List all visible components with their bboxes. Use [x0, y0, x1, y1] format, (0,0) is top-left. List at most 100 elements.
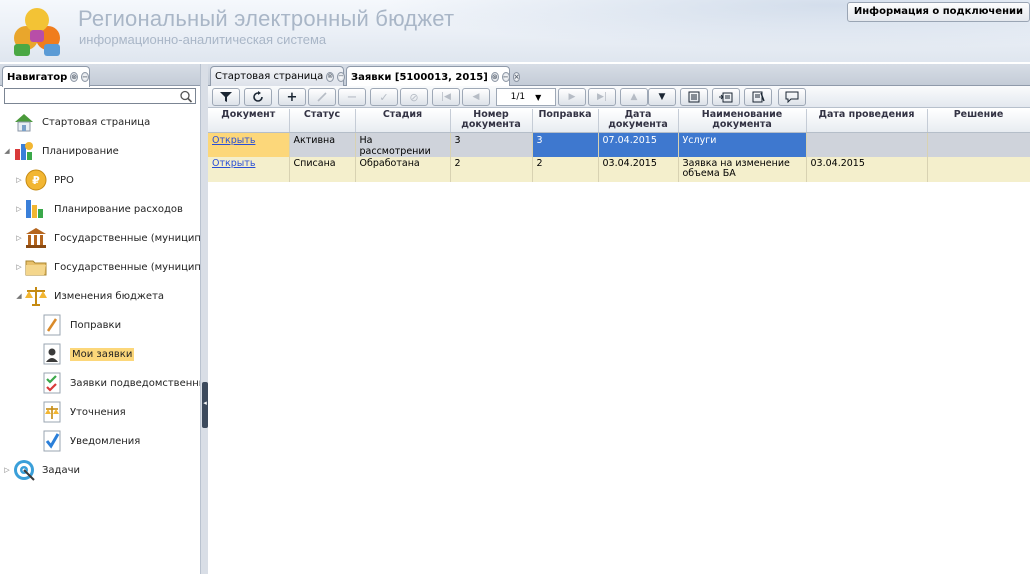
tab-close-icon[interactable]: ×: [512, 72, 521, 82]
nav-item-label: Мои заявки: [70, 347, 135, 361]
nav-item-label: Планирование: [42, 145, 119, 157]
print-icon[interactable]: [744, 88, 772, 106]
table-cell[interactable]: [806, 132, 928, 157]
table-cell[interactable]: 3: [450, 132, 533, 157]
last-page-icon[interactable]: ▶|: [588, 88, 616, 106]
tab-requests[interactable]: Заявки [5100013, 2015] ⊗ − ×: [346, 66, 521, 87]
app-header: Региональный электронный бюджет информац…: [0, 0, 1030, 62]
connection-info-button[interactable]: Информация о подключении: [846, 2, 1030, 22]
table-cell[interactable]: Обработана: [355, 156, 451, 182]
open-document-link[interactable]: Открыть: [212, 158, 255, 169]
nav-item-planning[interactable]: ◢ Планирование: [2, 138, 119, 164]
nav-item-budget-changes[interactable]: ◢ Изменения бюджета: [14, 283, 164, 309]
tab-pin-icon[interactable]: ⊗: [490, 72, 499, 82]
nav-item-start-page[interactable]: Стартовая страница: [2, 109, 150, 135]
table-cell[interactable]: 2: [532, 156, 599, 182]
column-header[interactable]: Решение: [927, 109, 1030, 133]
cancel-icon[interactable]: ⊘: [400, 88, 428, 106]
nav-item-rro[interactable]: ▷ ₽ РРО: [14, 167, 74, 193]
nav-item-state-tasks[interactable]: ▷ Государственные (муниципаль: [14, 254, 219, 280]
tab-pin-icon[interactable]: ⊗: [70, 72, 79, 82]
table-cell[interactable]: 2: [450, 156, 533, 182]
nav-item-label: Уведомления: [70, 435, 141, 447]
move-down-icon[interactable]: ▼: [648, 88, 676, 106]
panel-splitter[interactable]: ◂: [200, 64, 208, 574]
nav-item-subordinate-requests[interactable]: Заявки подведомственных: [30, 370, 213, 396]
nav-item-my-requests[interactable]: Мои заявки: [30, 341, 135, 367]
approve-icon[interactable]: ✓: [370, 88, 398, 106]
nav-item-state-institutions[interactable]: ▷ Государственные (муниципаль: [14, 225, 219, 251]
nav-item-label: Государственные (муниципаль: [54, 261, 220, 273]
table-cell[interactable]: 03.04.2015: [598, 156, 679, 182]
navigator-search-input[interactable]: [4, 88, 196, 104]
refresh-icon[interactable]: [244, 88, 272, 106]
expand-down-icon[interactable]: ◢: [14, 292, 24, 300]
move-up-icon[interactable]: ▲: [620, 88, 648, 106]
table-row[interactable]: Открыть Активна На рассмотрении 3 3 07.0…: [208, 132, 1030, 157]
table-cell[interactable]: Открыть: [208, 156, 290, 182]
filter-icon[interactable]: [212, 88, 240, 106]
open-document-link[interactable]: Открыть: [212, 135, 255, 146]
tab-pin-icon[interactable]: ⊗: [326, 71, 335, 82]
nav-item-clarifications[interactable]: Уточнения: [30, 399, 126, 425]
column-header[interactable]: Поправка: [532, 109, 599, 133]
pager-select[interactable]: 1/1 ▼: [496, 88, 556, 106]
comment-icon[interactable]: [778, 88, 806, 106]
navigator-tabbar: Навигатор ⊗ −: [0, 64, 200, 87]
tab-start-page[interactable]: Стартовая страница ⊗ − ×: [210, 66, 356, 86]
tab-label: Заявки [5100013, 2015]: [351, 71, 488, 83]
expand-right-icon[interactable]: ▷: [14, 176, 24, 184]
nav-item-amendments[interactable]: Поправки: [30, 312, 121, 338]
tab-minimize-icon[interactable]: −: [81, 72, 89, 82]
table-cell[interactable]: 3: [532, 132, 599, 157]
export-icon[interactable]: [712, 88, 740, 106]
document-tabbar: Стартовая страница ⊗ − × Заявки [5100013…: [208, 64, 1030, 87]
nav-item-expense-planning[interactable]: ▷ Планирование расходов: [14, 196, 183, 222]
pager-value: 1/1: [510, 92, 526, 102]
expand-right-icon[interactable]: ▷: [14, 234, 24, 242]
table-cell[interactable]: Услуги: [678, 132, 807, 157]
pencil-document-icon: [40, 313, 64, 337]
column-header[interactable]: Стадия: [355, 109, 451, 133]
expand-right-icon[interactable]: ▷: [14, 263, 24, 271]
table-cell[interactable]: 07.04.2015: [598, 132, 679, 157]
table-cell[interactable]: [927, 132, 1030, 157]
column-header[interactable]: Дата документа: [598, 109, 679, 133]
app-logo-icon: [14, 8, 60, 56]
edit-icon[interactable]: [308, 88, 336, 106]
column-header[interactable]: Статус: [289, 109, 356, 133]
column-header[interactable]: Документ: [208, 109, 290, 133]
institution-icon: [24, 226, 48, 250]
column-header[interactable]: Наименование документа: [678, 109, 807, 133]
table-cell[interactable]: Заявка на изменение объема БА: [678, 156, 807, 182]
nav-item-label: Изменения бюджета: [54, 290, 165, 302]
nav-item-tasks[interactable]: ▷ Задачи: [2, 457, 80, 483]
table-row[interactable]: Открыть Списана Обработана 2 2 03.04.201…: [208, 156, 1030, 182]
table-cell[interactable]: [927, 156, 1030, 182]
table-cell[interactable]: Активна: [289, 132, 356, 157]
delete-icon[interactable]: −: [338, 88, 366, 106]
column-header[interactable]: Дата проведения: [806, 109, 928, 133]
table-cell[interactable]: На рассмотрении: [355, 132, 451, 157]
tab-navigator[interactable]: Навигатор ⊗ −: [2, 66, 90, 87]
expand-right-icon[interactable]: ▷: [2, 466, 12, 474]
table-cell[interactable]: Списана: [289, 156, 356, 182]
add-icon[interactable]: +: [278, 88, 306, 106]
prev-page-icon[interactable]: ◀: [462, 88, 490, 106]
nav-item-notifications[interactable]: Уведомления: [30, 428, 140, 454]
grid-header-row: Документ Статус Стадия Номер документа П…: [208, 109, 1030, 133]
list-icon[interactable]: [680, 88, 708, 106]
tab-minimize-icon[interactable]: −: [501, 72, 510, 82]
search-icon[interactable]: [179, 90, 193, 103]
column-header[interactable]: Номер документа: [450, 109, 533, 133]
next-page-icon[interactable]: ▶: [558, 88, 586, 106]
coin-icon: ₽: [24, 168, 48, 192]
app-title: Региональный электронный бюджет: [78, 6, 455, 31]
table-cell[interactable]: Открыть: [208, 132, 290, 157]
tab-minimize-icon[interactable]: −: [337, 71, 345, 82]
first-page-icon[interactable]: |◀: [432, 88, 460, 106]
expand-down-icon[interactable]: ◢: [2, 147, 12, 155]
table-cell[interactable]: 03.04.2015: [806, 156, 928, 182]
bar-chart-icon: [24, 197, 48, 221]
expand-right-icon[interactable]: ▷: [14, 205, 24, 213]
